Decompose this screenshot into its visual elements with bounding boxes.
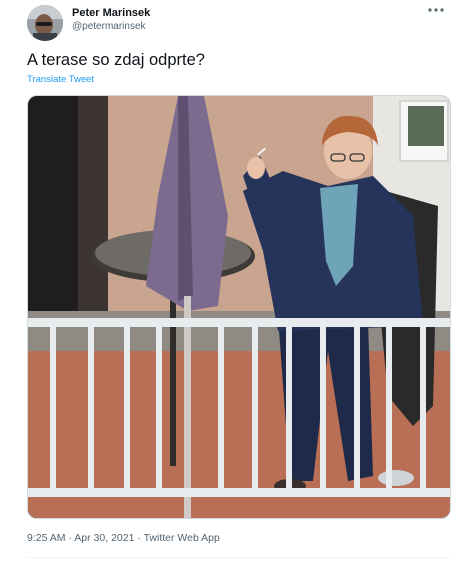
tweet-date[interactable]: Apr 30, 2021 xyxy=(74,532,134,544)
author-name[interactable]: Peter Marinsek xyxy=(72,7,150,19)
tweet: Peter Marinsek @petermarinsek A terase s… xyxy=(0,0,456,572)
more-options-button[interactable] xyxy=(424,2,448,18)
translate-tweet-link[interactable]: Translate Tweet xyxy=(27,74,94,85)
photo-illustration xyxy=(28,96,450,518)
tweet-text: A terase so zdaj odprte? xyxy=(27,51,205,69)
tweet-client[interactable]: Twitter Web App xyxy=(144,532,220,544)
divider xyxy=(27,557,451,558)
meta-separator: · xyxy=(65,532,75,544)
more-horizontal-icon xyxy=(428,8,444,12)
avatar[interactable] xyxy=(27,5,63,41)
meta-separator: · xyxy=(134,532,144,544)
tweet-meta: 9:25 AM · Apr 30, 2021 · Twitter Web App xyxy=(27,532,220,544)
tweet-photo[interactable] xyxy=(27,95,451,519)
avatar-image xyxy=(27,5,63,41)
author-handle[interactable]: @petermarinsek xyxy=(72,21,146,32)
tweet-time[interactable]: 9:25 AM xyxy=(27,532,66,544)
